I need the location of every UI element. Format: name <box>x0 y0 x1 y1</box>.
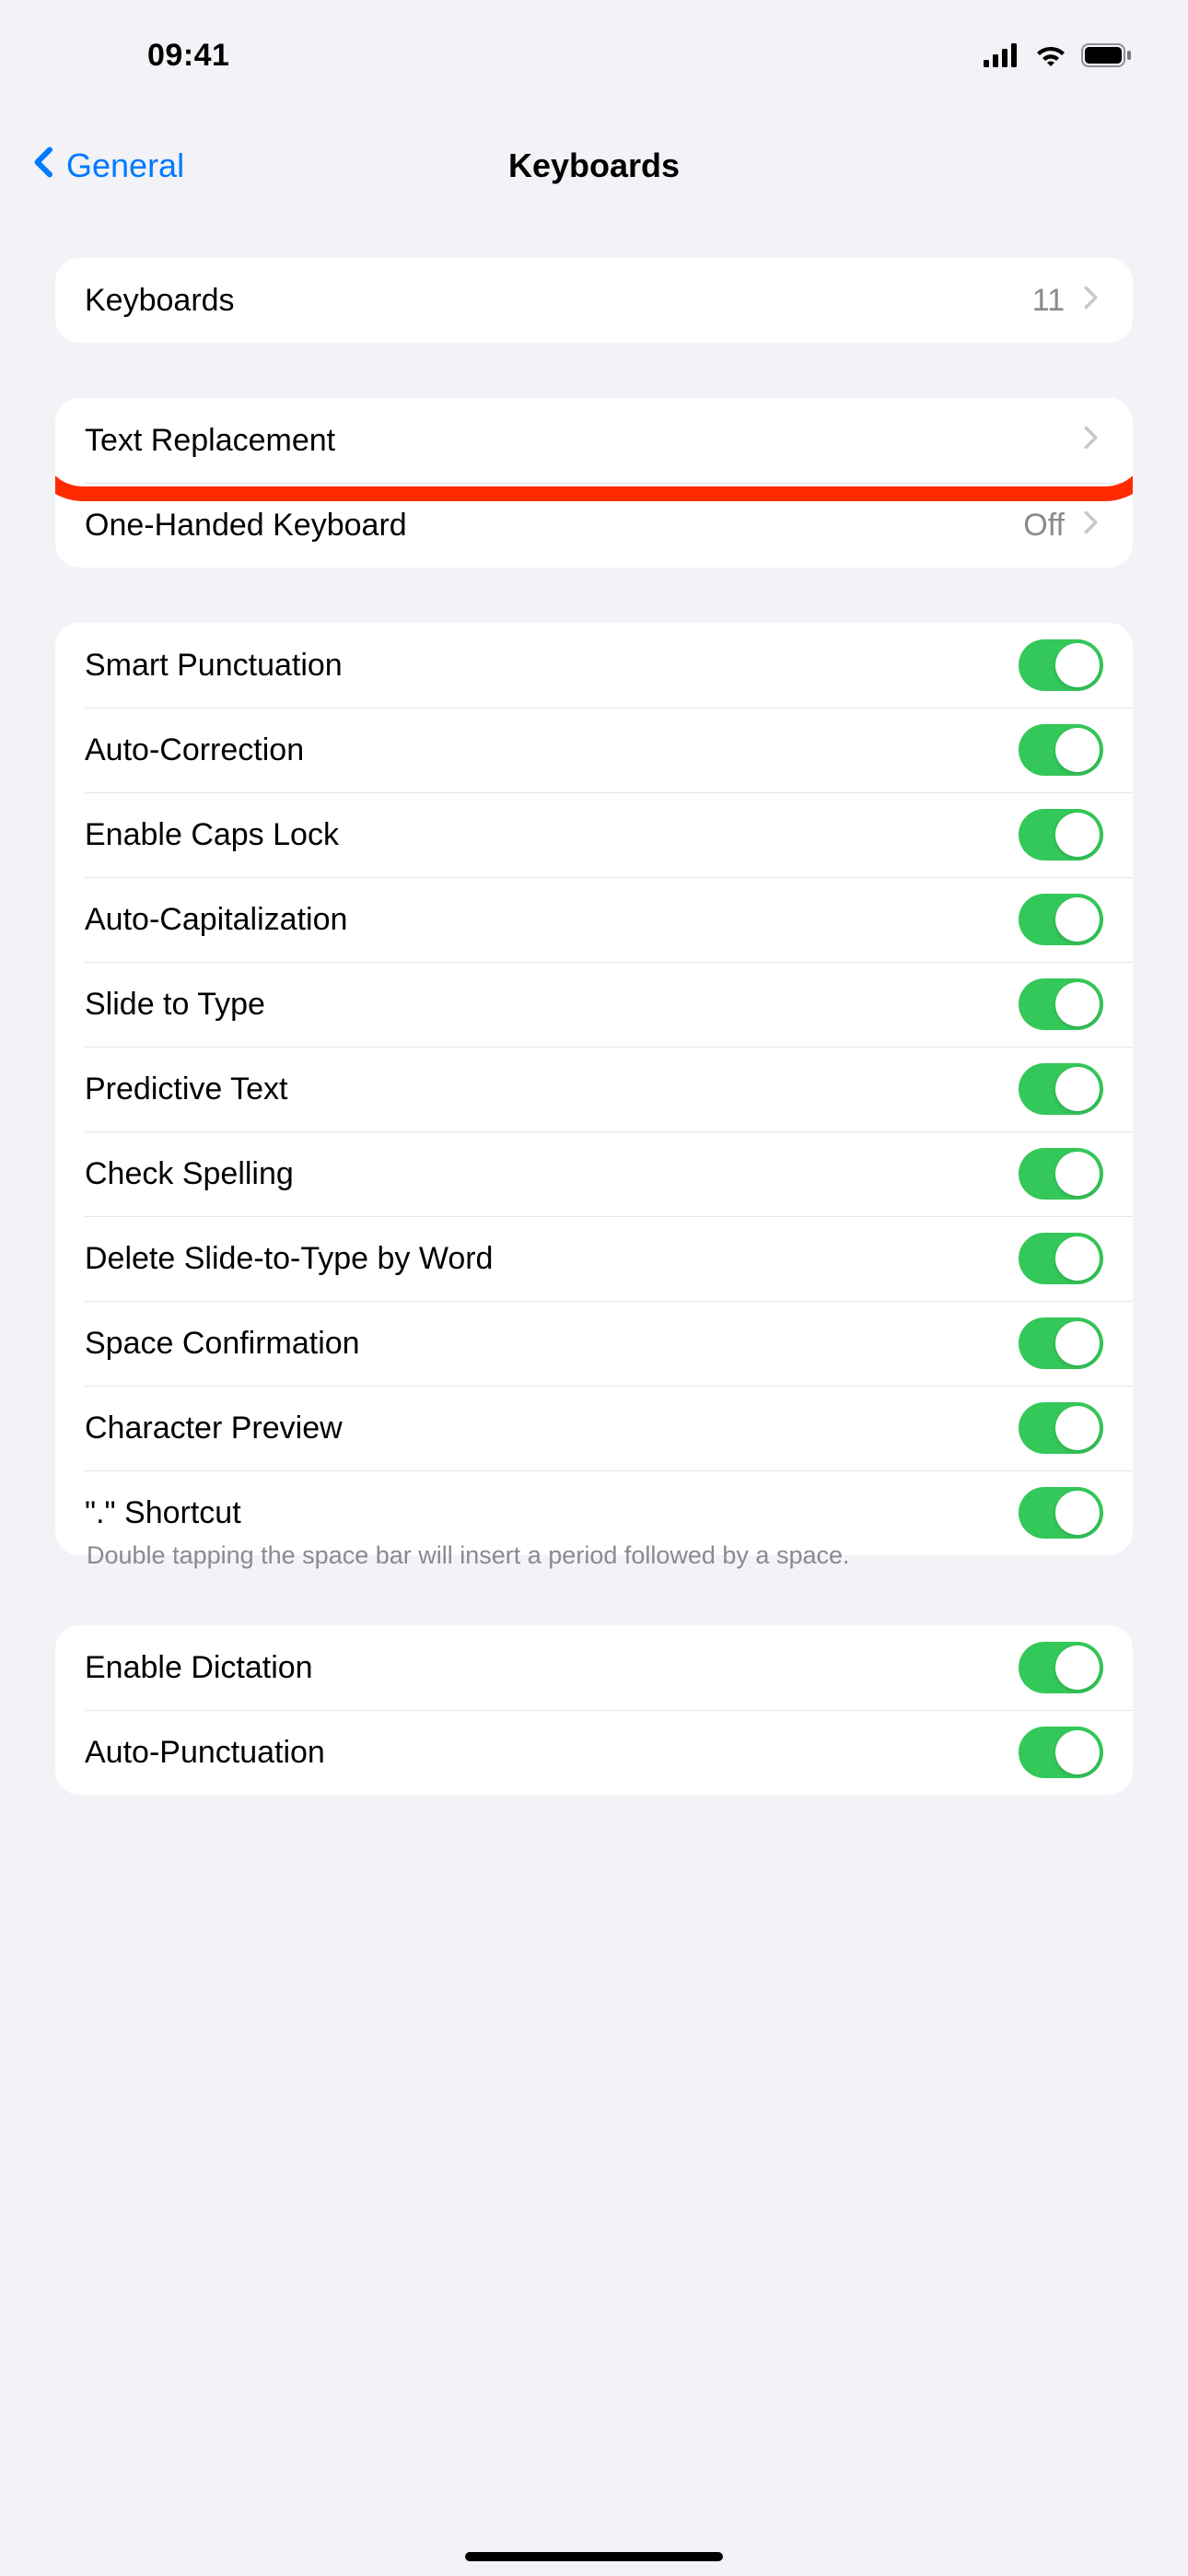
back-button[interactable]: General <box>28 146 184 187</box>
row-value: 11 <box>1032 283 1065 319</box>
status-indicators <box>984 42 1133 68</box>
row-label: Auto-Correction <box>85 732 304 768</box>
row-auto-correction[interactable]: Auto-Correction <box>55 708 1133 792</box>
chevron-right-icon <box>1077 423 1103 459</box>
row-label: Character Preview <box>85 1411 343 1446</box>
battery-icon <box>1081 43 1133 67</box>
wifi-icon <box>1033 42 1068 68</box>
row-smart-punctuation[interactable]: Smart Punctuation <box>55 623 1133 708</box>
row-space-confirmation[interactable]: Space Confirmation <box>55 1301 1133 1386</box>
row-character-preview[interactable]: Character Preview <box>55 1386 1133 1470</box>
row-check-spelling[interactable]: Check Spelling <box>55 1131 1133 1216</box>
content: Keyboards 11 Text Replacement <box>0 221 1188 1795</box>
toggle-switch[interactable] <box>1019 978 1103 1030</box>
nav-bar: General Keyboards <box>0 111 1188 221</box>
toggle-switch[interactable] <box>1019 1642 1103 1693</box>
row-label: Text Replacement <box>85 423 335 459</box>
row-text-replacement[interactable]: Text Replacement <box>55 398 1133 483</box>
toggle-switch[interactable] <box>1019 894 1103 945</box>
row-label: Delete Slide-to-Type by Word <box>85 1241 493 1277</box>
toggle-switch[interactable] <box>1019 1063 1103 1115</box>
row-keyboards[interactable]: Keyboards 11 <box>55 258 1133 343</box>
toggle-switch[interactable] <box>1019 1317 1103 1369</box>
status-time: 09:41 <box>55 38 229 74</box>
toggle-switch[interactable] <box>1019 724 1103 776</box>
status-bar: 09:41 <box>0 0 1188 111</box>
back-label: General <box>66 146 184 185</box>
row-label: "." Shortcut <box>85 1495 241 1531</box>
settings-keyboards-screen: 09:41 <box>0 0 1188 2576</box>
row-label: Enable Dictation <box>85 1650 313 1686</box>
row-label: Check Spelling <box>85 1156 294 1192</box>
row-predictive-text[interactable]: Predictive Text <box>55 1047 1133 1131</box>
group-dictation: Enable Dictation Auto-Punctuation <box>55 1625 1133 1795</box>
home-indicator <box>465 2552 723 2561</box>
chevron-left-icon <box>28 146 61 187</box>
row-value: Off <box>1023 508 1065 544</box>
toggle-switch[interactable] <box>1019 1402 1103 1454</box>
toggle-switch[interactable] <box>1019 1148 1103 1200</box>
row-label: Space Confirmation <box>85 1326 360 1362</box>
toggle-switch[interactable] <box>1019 1487 1103 1539</box>
row-delete-slide-by-word[interactable]: Delete Slide-to-Type by Word <box>55 1216 1133 1301</box>
row-slide-to-type[interactable]: Slide to Type <box>55 962 1133 1047</box>
row-label: Auto-Capitalization <box>85 902 347 938</box>
chevron-right-icon <box>1077 283 1103 319</box>
toggle-switch[interactable] <box>1019 809 1103 861</box>
toggle-switch[interactable] <box>1019 1233 1103 1284</box>
row-label: Smart Punctuation <box>85 648 343 684</box>
row-label: Enable Caps Lock <box>85 817 339 853</box>
row-label: One-Handed Keyboard <box>85 508 407 544</box>
row-enable-dictation[interactable]: Enable Dictation <box>55 1625 1133 1710</box>
page-title: Keyboards <box>508 146 680 185</box>
group-keyboards: Keyboards 11 <box>55 258 1133 343</box>
row-label: Slide to Type <box>85 987 265 1023</box>
toggle-switch[interactable] <box>1019 639 1103 691</box>
cellular-icon <box>984 43 1020 67</box>
row-auto-punctuation[interactable]: Auto-Punctuation <box>55 1710 1133 1795</box>
row-auto-capitalization[interactable]: Auto-Capitalization <box>55 877 1133 962</box>
chevron-right-icon <box>1077 508 1103 544</box>
row-label: Predictive Text <box>85 1071 287 1107</box>
row-label: Keyboards <box>85 283 235 319</box>
toggle-switch[interactable] <box>1019 1727 1103 1778</box>
group-text-onehanded: Text Replacement One-Handed Keyboard Off <box>55 398 1133 568</box>
highlighted-group-wrap: Text Replacement One-Handed Keyboard Off <box>55 398 1133 568</box>
row-period-shortcut[interactable]: "." Shortcut <box>55 1470 1133 1555</box>
row-enable-caps-lock[interactable]: Enable Caps Lock <box>55 792 1133 877</box>
row-label: Auto-Punctuation <box>85 1735 325 1771</box>
group-typing-options: Smart Punctuation Auto-Correction Enable… <box>55 623 1133 1555</box>
row-one-handed-keyboard[interactable]: One-Handed Keyboard Off <box>55 483 1133 568</box>
